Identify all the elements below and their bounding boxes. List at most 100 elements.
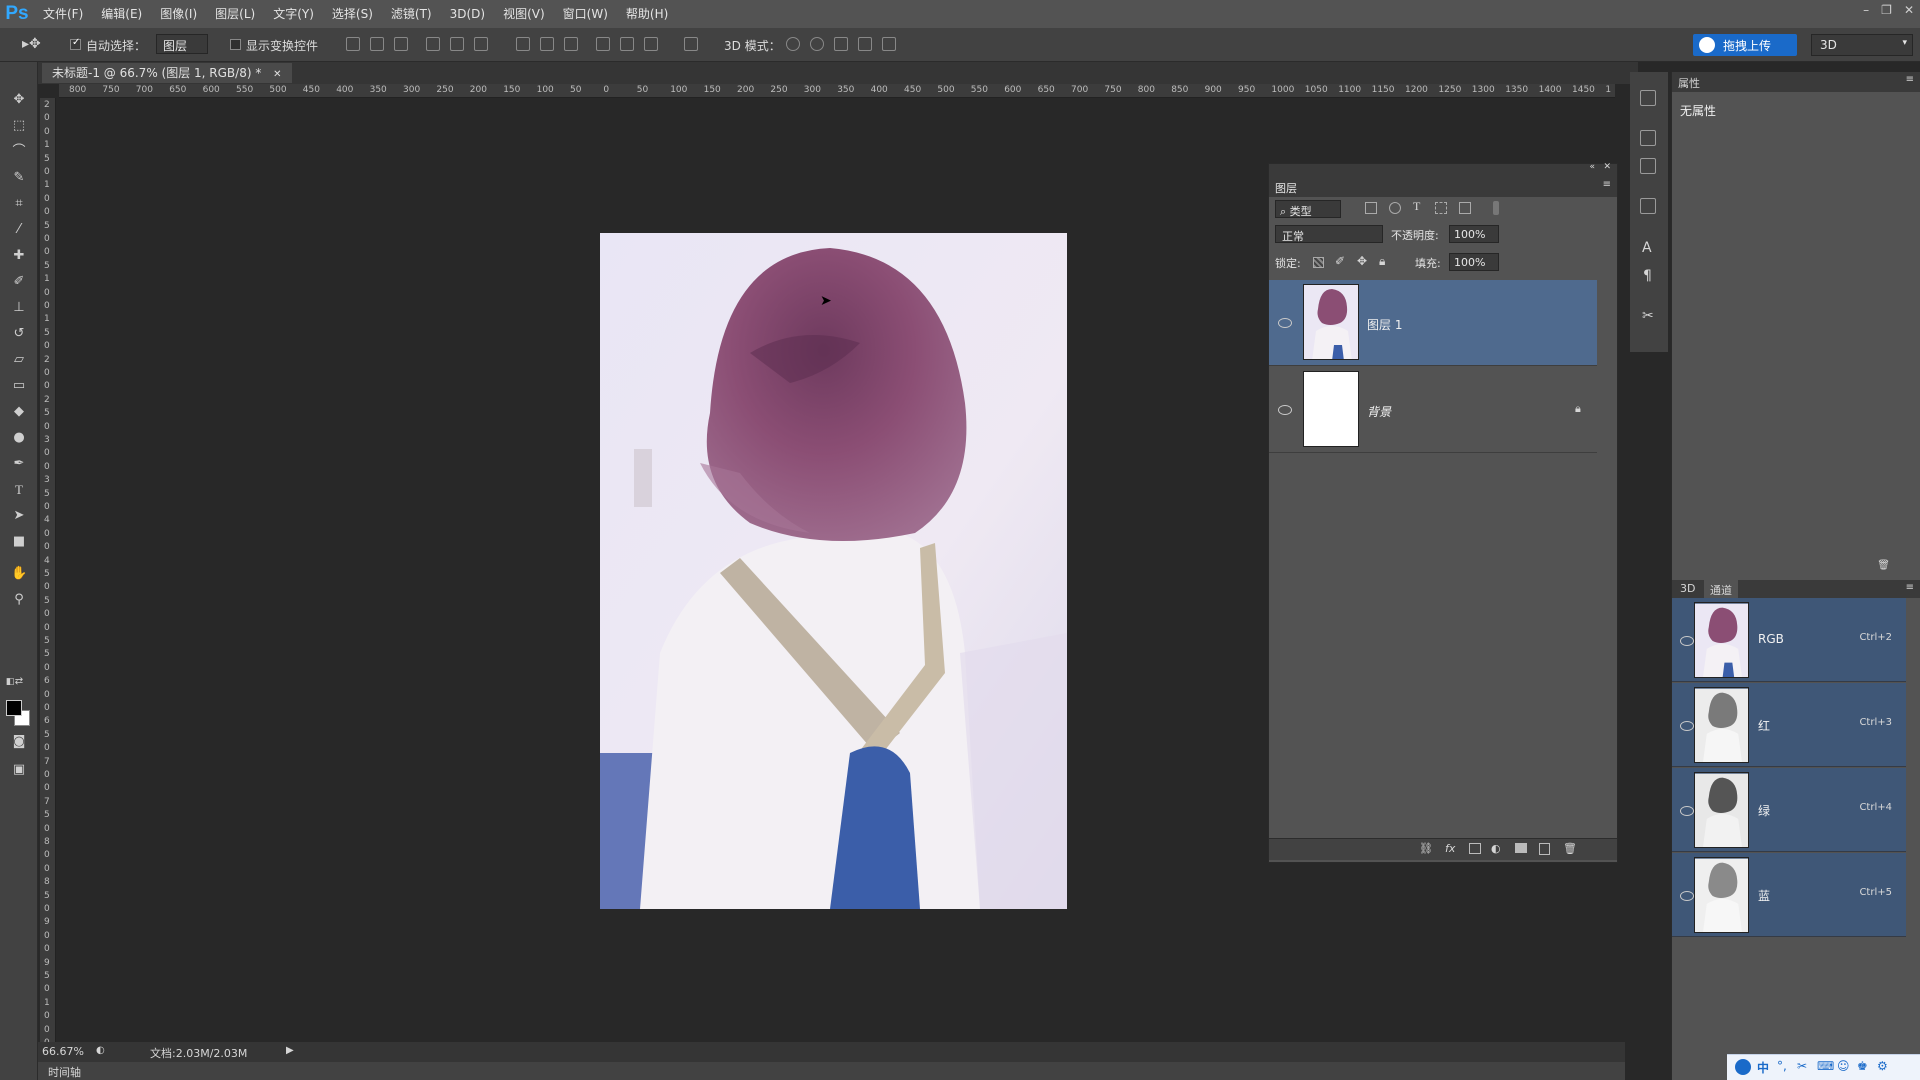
panel-menu-icon[interactable]: ≡ [1906, 582, 1914, 593]
ime-tools-icon[interactable]: ✂ [1797, 1059, 1807, 1073]
align-left-icon[interactable] [426, 37, 440, 51]
default-colors-icon[interactable]: ◧ [2, 674, 18, 690]
workspace-dropdown[interactable]: 3D ▾ [1811, 34, 1913, 56]
channel-row-red[interactable]: 红 Ctrl+3 [1672, 683, 1906, 767]
close-tab-icon[interactable]: ✕ [273, 69, 281, 80]
3d-rotate-icon[interactable] [786, 37, 800, 51]
distribute-top-icon[interactable] [516, 37, 530, 51]
document-tab[interactable]: 未标题-1 @ 66.7% (图层 1, RGB/8) * ✕ [42, 63, 292, 83]
menu-filter[interactable]: 滤镜(T) [382, 0, 441, 28]
type-tool-icon[interactable]: T [11, 482, 27, 498]
hand-tool-icon[interactable]: ✋ [11, 566, 27, 582]
close-panel-icon[interactable]: ✕ [1603, 162, 1611, 172]
move-tool-icon[interactable]: ✥ [11, 92, 27, 108]
blend-mode-dropdown[interactable]: 正常 [1275, 225, 1383, 243]
lasso-tool-icon[interactable]: ⌒ [11, 144, 27, 160]
filter-type-icon[interactable]: T [1413, 199, 1420, 214]
3d-scale-icon[interactable] [882, 37, 896, 51]
channel-row-green[interactable]: 绿 Ctrl+4 [1672, 768, 1906, 852]
document-image[interactable]: ➤ [600, 233, 1067, 909]
3d-roll-icon[interactable] [810, 37, 824, 51]
paragraph-panel-icon[interactable]: ¶ [1643, 268, 1652, 284]
channel-row-blue[interactable]: 蓝 Ctrl+5 [1672, 853, 1906, 937]
auto-align-icon[interactable] [684, 37, 698, 51]
adjustment-layer-icon[interactable]: ◐ [1491, 842, 1501, 855]
align-bottom-icon[interactable] [394, 37, 408, 51]
dodge-tool-icon[interactable]: ● [11, 430, 27, 446]
properties-tab[interactable]: 属性 [1678, 75, 1700, 91]
ime-logo-icon[interactable] [1735, 1059, 1751, 1075]
lock-paint-icon[interactable]: ✐ [1335, 254, 1345, 268]
menu-help[interactable]: 帮助(H) [617, 0, 677, 28]
visibility-eye-icon[interactable] [1680, 891, 1694, 901]
distribute-left-icon[interactable] [596, 37, 610, 51]
menu-view[interactable]: 视图(V) [494, 0, 554, 28]
panel-menu-icon[interactable]: ≡ [1603, 179, 1611, 190]
distribute-vcenter-icon[interactable] [540, 37, 554, 51]
show-transform-checkbox[interactable] [230, 39, 241, 50]
stamp-tool-icon[interactable]: ⊥ [11, 300, 27, 316]
filter-smart-object-icon[interactable] [1459, 202, 1471, 214]
pen-tool-icon[interactable]: ✒ [11, 456, 27, 472]
character-panel-icon[interactable]: A [1642, 240, 1652, 256]
menu-type[interactable]: 文字(Y) [264, 0, 323, 28]
layers-panel-title[interactable]: 图层 [1275, 180, 1297, 196]
healing-brush-tool-icon[interactable]: ✚ [11, 248, 27, 264]
menu-window[interactable]: 窗口(W) [554, 0, 617, 28]
layers-panel-titlebar[interactable]: « ✕ [1269, 162, 1617, 177]
new-group-icon[interactable] [1515, 843, 1527, 853]
clone-source-panel-icon[interactable] [1640, 198, 1656, 214]
close-icon[interactable]: ✕ [1904, 3, 1914, 17]
menu-file[interactable]: 文件(F) [34, 0, 92, 28]
align-right-icon[interactable] [474, 37, 488, 51]
layer-filter-dropdown[interactable]: ⌕ 类型 [1275, 200, 1341, 218]
visibility-eye-icon[interactable] [1680, 636, 1694, 646]
align-vcenter-icon[interactable] [370, 37, 384, 51]
ime-punct-icon[interactable]: °, [1777, 1059, 1787, 1073]
panel-menu-icon[interactable]: ≡ [1906, 74, 1914, 85]
filter-shape-icon[interactable] [1435, 202, 1447, 214]
distribute-right-icon[interactable] [644, 37, 658, 51]
timeline-label[interactable]: 时间轴 [48, 1064, 81, 1080]
link-layers-icon[interactable]: ⛓ [1419, 842, 1433, 855]
3d-slide-icon[interactable] [858, 37, 872, 51]
tool-presets-panel-icon[interactable]: ✂ [1642, 308, 1654, 324]
ime-skin-icon[interactable]: ♚ [1857, 1059, 1868, 1073]
brush-tool-icon[interactable]: ✐ [11, 274, 27, 290]
channel-row-rgb[interactable]: RGB Ctrl+2 [1672, 598, 1906, 682]
collapse-icon[interactable]: « [1589, 162, 1595, 172]
opacity-input[interactable]: 100% [1449, 225, 1499, 243]
visibility-eye-icon[interactable] [1680, 806, 1694, 816]
menu-edit[interactable]: 编辑(E) [92, 0, 151, 28]
quick-select-tool-icon[interactable]: ✎ [11, 170, 27, 186]
menu-layer[interactable]: 图层(L) [206, 0, 264, 28]
properties-trash-icon[interactable]: 🗑︎ [1877, 560, 1890, 571]
ime-mode-icon[interactable]: 中 [1757, 1059, 1769, 1076]
foreground-color-swatch[interactable] [6, 700, 22, 716]
adjustments-panel-icon[interactable] [1640, 158, 1656, 174]
menu-select[interactable]: 选择(S) [323, 0, 382, 28]
layer-row-background[interactable]: 背景 🔒︎ [1269, 367, 1597, 453]
lock-position-icon[interactable]: ✥ [1357, 254, 1367, 268]
ime-settings-icon[interactable]: ⚙ [1877, 1059, 1888, 1073]
history-panel-icon[interactable] [1640, 90, 1656, 106]
eyedropper-tool-icon[interactable]: ⁄ [11, 222, 27, 238]
layer-name[interactable]: 背景 [1367, 403, 1391, 420]
drag-upload-button[interactable]: 拖拽上传 [1693, 34, 1797, 56]
3d-drag-icon[interactable] [834, 37, 848, 51]
filter-pixel-icon[interactable] [1365, 202, 1377, 214]
tab-3d[interactable]: 3D [1680, 582, 1695, 595]
brush-panel-icon[interactable] [1640, 130, 1656, 146]
blur-tool-icon[interactable]: ◆ [11, 404, 27, 420]
screen-mode-icon[interactable]: ▣ [11, 762, 27, 778]
zoom-tool-icon[interactable]: ⚲ [11, 592, 27, 608]
restore-icon[interactable]: ❐ [1881, 3, 1892, 17]
distribute-bottom-icon[interactable] [564, 37, 578, 51]
gradient-tool-icon[interactable]: ▭ [11, 378, 27, 394]
lock-all-icon[interactable]: 🔒︎ [1379, 254, 1385, 269]
ime-user-icon[interactable]: ☺ [1837, 1059, 1850, 1073]
layer-row-layer1[interactable]: 图层 1 [1269, 280, 1597, 366]
visibility-eye-icon[interactable] [1680, 721, 1694, 731]
menu-image[interactable]: 图像(I) [151, 0, 206, 28]
marquee-tool-icon[interactable]: ⬚ [11, 118, 27, 134]
